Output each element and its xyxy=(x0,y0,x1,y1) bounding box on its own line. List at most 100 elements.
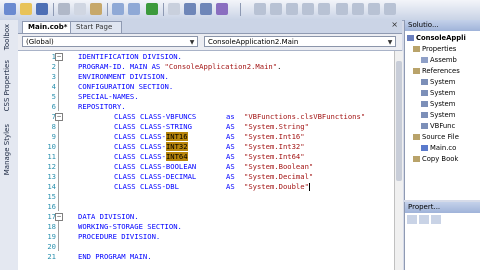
bookmark-icon[interactable] xyxy=(318,3,330,15)
navigation-bar: (Global) ▼ ConsoleApplication2.Main ▼ xyxy=(18,34,402,51)
tab-start-page[interactable]: Start Page xyxy=(70,21,122,33)
toolbar-options-icon[interactable] xyxy=(384,3,396,15)
line-number: 7 xyxy=(51,112,56,121)
line-number: 19 xyxy=(47,232,56,241)
code-line: CLASS CLASS-VBFUNCS xyxy=(114,112,197,121)
outdent-icon[interactable] xyxy=(302,3,314,15)
tree-item-references[interactable]: References xyxy=(413,67,460,75)
tree-item-project[interactable]: ConsoleAppli xyxy=(407,34,466,42)
folder-icon xyxy=(413,134,420,140)
properties-header[interactable]: Propert... xyxy=(405,202,480,213)
tree-item-reference[interactable]: System xyxy=(421,111,455,119)
code-line-string: "System.Int16" xyxy=(244,132,305,141)
manage-styles-tab[interactable]: Manage Styles xyxy=(3,124,11,175)
object-browser-icon[interactable] xyxy=(216,3,228,15)
search-highlight: INT32 xyxy=(165,142,188,151)
chevron-down-icon: ▼ xyxy=(189,39,195,46)
editor-scrollbar[interactable] xyxy=(394,51,403,270)
css-properties-tab[interactable]: CSS Properties xyxy=(3,60,11,111)
reference-icon xyxy=(421,123,428,129)
alphabetical-icon[interactable] xyxy=(419,215,429,224)
tree-item-assembly[interactable]: Assemb xyxy=(421,56,457,64)
code-line: ENVIRONMENT DIVISION. xyxy=(78,72,169,81)
fold-guide xyxy=(58,121,59,211)
cut-icon[interactable] xyxy=(58,3,70,15)
line-number: 17 xyxy=(47,212,56,221)
member-dropdown[interactable]: ConsoleApplication2.Main ▼ xyxy=(204,36,396,47)
code-line-as: AS xyxy=(226,132,235,141)
line-number: 13 xyxy=(47,172,56,181)
code-line: END PROGRAM MAIN. xyxy=(78,252,152,261)
close-tab-icon[interactable]: × xyxy=(391,20,398,29)
code-line: CLASS CLASS-INT16 xyxy=(114,132,188,141)
code-line: REPOSITORY. xyxy=(78,102,126,111)
global-dropdown[interactable]: (Global) ▼ xyxy=(22,36,198,47)
chevron-down-icon: ▼ xyxy=(387,39,393,46)
new-project-icon[interactable] xyxy=(4,3,16,15)
tree-item-reference[interactable]: VBFunc xyxy=(421,122,455,130)
code-line-string: "System.Boolean" xyxy=(244,162,314,171)
line-number: 21 xyxy=(47,252,56,261)
property-pages-icon[interactable] xyxy=(431,215,441,224)
fold-guide xyxy=(58,61,59,111)
folder-icon xyxy=(413,156,420,162)
code-line-string: "System.String" xyxy=(244,122,309,131)
open-folder-icon[interactable] xyxy=(20,3,32,15)
scrollbar-thumb[interactable] xyxy=(396,61,402,181)
uncomment-icon[interactable] xyxy=(270,3,282,15)
toolbar-divider xyxy=(163,3,164,16)
tree-item-properties[interactable]: Properties xyxy=(413,45,456,53)
undo-icon[interactable] xyxy=(112,3,124,15)
member-dropdown-value: ConsoleApplication2.Main xyxy=(208,38,299,46)
line-number: 5 xyxy=(51,92,56,101)
redo-icon[interactable] xyxy=(128,3,140,15)
line-number: 12 xyxy=(47,162,56,171)
tree-item-main-cob[interactable]: Main.co xyxy=(421,144,456,152)
clear-bookmarks-icon[interactable] xyxy=(368,3,380,15)
tree-item-reference[interactable]: System xyxy=(421,100,455,108)
line-number: 3 xyxy=(51,72,56,81)
code-editor[interactable]: 1 2 3 4 5 6 7 8 9 10 11 12 13 14 15 16 1… xyxy=(18,51,394,270)
collapse-region-icon[interactable]: − xyxy=(55,53,63,61)
prev-bookmark-icon[interactable] xyxy=(336,3,348,15)
collapse-region-icon[interactable]: − xyxy=(55,213,63,221)
find-icon[interactable] xyxy=(168,3,180,15)
document-tab-bar: Main.cob* Start Page × xyxy=(18,20,402,34)
tree-item-reference[interactable]: System xyxy=(421,78,455,86)
tree-item-copy-book[interactable]: Copy Book xyxy=(413,155,458,163)
categorized-icon[interactable] xyxy=(407,215,417,224)
line-number: 9 xyxy=(51,132,56,141)
properties-icon[interactable] xyxy=(200,3,212,15)
reference-icon xyxy=(421,101,428,107)
code-line: CLASS CLASS-STRING xyxy=(114,122,192,131)
copy-icon[interactable] xyxy=(74,3,86,15)
save-icon[interactable] xyxy=(36,3,48,15)
code-line-as: AS xyxy=(226,162,235,171)
code-line-as: AS xyxy=(226,182,235,191)
comment-icon[interactable] xyxy=(254,3,266,15)
code-line-string: "System.Int32" xyxy=(244,142,305,151)
line-number: 14 xyxy=(47,182,56,191)
next-bookmark-icon[interactable] xyxy=(352,3,364,15)
code-line-as: AS xyxy=(226,152,235,161)
toolbox-tab[interactable]: Toolbox xyxy=(3,24,11,50)
solution-explorer-icon[interactable] xyxy=(184,3,196,15)
paste-icon[interactable] xyxy=(90,3,102,15)
solution-explorer-header[interactable]: Solutio... xyxy=(405,20,480,31)
start-debug-icon[interactable] xyxy=(146,3,158,15)
file-icon xyxy=(421,57,428,63)
tree-item-reference[interactable]: System xyxy=(421,89,455,97)
folder-icon xyxy=(413,68,420,74)
project-icon xyxy=(407,35,414,41)
code-line: CONFIGURATION SECTION. xyxy=(78,82,174,91)
code-line-as: as xyxy=(226,112,235,121)
collapse-region-icon[interactable]: − xyxy=(55,113,63,121)
tree-item-source-files[interactable]: Source File xyxy=(413,133,459,141)
code-line: CLASS CLASS-DBL xyxy=(114,182,179,191)
line-number: 6 xyxy=(51,102,56,111)
code-line: DATA DIVISION. xyxy=(78,212,139,221)
reference-icon xyxy=(421,112,428,118)
line-number: 2 xyxy=(51,62,56,71)
tab-main-cob[interactable]: Main.cob* xyxy=(22,21,76,33)
indent-icon[interactable] xyxy=(286,3,298,15)
